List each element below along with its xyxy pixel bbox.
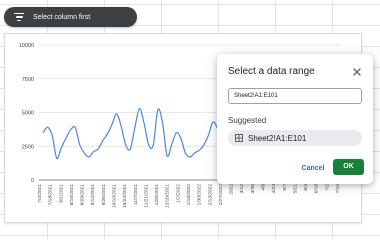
x-tick-label: 9/12/2021 — [90, 184, 96, 206]
dialog-title: Select a data range — [228, 66, 315, 77]
x-tick-label: 8/15/2021 — [69, 184, 75, 206]
filter-icon — [11, 11, 27, 23]
x-tick-label: 1/16/2022 — [186, 184, 192, 206]
x-tick-label: 1/30/2022 — [197, 184, 203, 206]
x-tick-label: 12/19/2021 — [165, 184, 171, 208]
select-data-range-dialog: Select a data range Sheet2!A1:E101 Sugge… — [217, 54, 373, 184]
x-tick-label: 7/4/2021 — [37, 184, 43, 203]
x-tick-label: 3/26 — [250, 184, 256, 194]
x-tick-label: 2022 — [229, 184, 235, 195]
y-tick-label: 10000 — [19, 43, 34, 49]
x-tick-label: 4/23 — [271, 184, 277, 194]
x-tick-label: 2/13/2022 — [207, 184, 213, 206]
ok-button[interactable]: OK — [333, 159, 364, 175]
x-tick-label: 1/2/2022 — [175, 184, 181, 203]
close-icon[interactable] — [351, 65, 363, 77]
y-tick-label: 2500 — [22, 144, 34, 150]
grid-icon — [235, 134, 243, 142]
x-tick-label: 7/16 — [335, 184, 341, 194]
x-tick-label: 2/27/2022 — [218, 184, 224, 206]
x-tick-label: 12/5/2021 — [154, 184, 160, 206]
suggested-label: Suggested — [228, 116, 267, 125]
x-tick-label: 7/2 — [324, 184, 330, 191]
x-tick-label: 7/18/2021 — [48, 184, 54, 206]
x-tick-label: 10/10/2021 — [112, 184, 118, 208]
x-tick-label: 11/21/2021 — [143, 184, 149, 208]
select-column-banner: Select column first — [4, 7, 137, 27]
x-tick-label: 8/1/2021 — [58, 184, 64, 203]
x-tick-label: 8/29/2021 — [80, 184, 86, 206]
x-tick-label: 6/4 — [303, 184, 309, 191]
x-tick-label: 3/12 — [239, 184, 245, 194]
x-tick-label: 10/24/2021 — [122, 184, 128, 208]
x-tick-label: 5/21 — [292, 184, 298, 194]
x-tick-label: 6/18 — [314, 184, 320, 194]
suggested-range-text: Sheet2!A1:E101 — [248, 133, 307, 143]
banner-text: Select column first — [33, 13, 91, 21]
range-input[interactable]: Sheet2!A1:E101 — [228, 88, 362, 104]
cancel-button[interactable]: Cancel — [299, 162, 327, 176]
x-tick-label: 4/9 — [261, 184, 267, 191]
y-tick-label: 7500 — [22, 77, 34, 83]
x-tick-label: 11/7/2021 — [133, 184, 139, 205]
y-tick-label: 5000 — [22, 111, 34, 117]
y-tick-label: 0 — [31, 178, 34, 184]
x-tick-label: 9/26/2021 — [101, 184, 107, 206]
x-tick-label: 5/7 — [282, 184, 288, 191]
suggested-range-chip[interactable]: Sheet2!A1:E101 — [228, 130, 362, 146]
